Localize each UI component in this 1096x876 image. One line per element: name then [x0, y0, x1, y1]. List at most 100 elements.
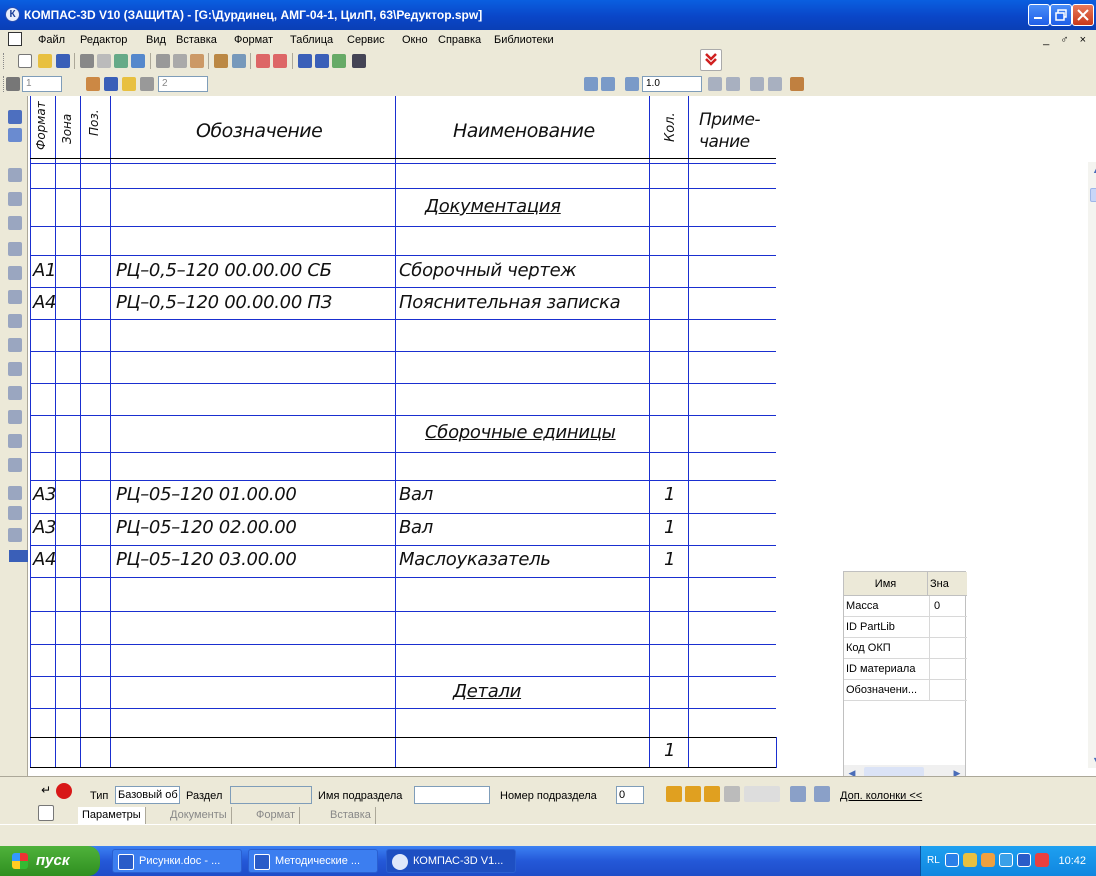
tray-icon-4[interactable] — [999, 853, 1013, 867]
properties-icon[interactable] — [131, 54, 145, 68]
tool-icon-8[interactable] — [8, 290, 22, 304]
type-field[interactable]: Базовый об — [115, 786, 180, 804]
rows-icon[interactable] — [768, 77, 782, 91]
tray-icon-5[interactable] — [1017, 853, 1031, 867]
save-table-icon[interactable] — [790, 786, 806, 802]
section-documentation[interactable]: Документация — [425, 196, 561, 217]
undo-icon[interactable] — [256, 54, 270, 68]
print-icon[interactable] — [80, 54, 94, 68]
sigma-icon[interactable] — [8, 528, 22, 542]
sort-icon[interactable] — [122, 77, 136, 91]
properties-tool-icon[interactable] — [790, 77, 804, 91]
restore-button[interactable] — [1050, 4, 1072, 26]
property-row[interactable]: Обозначени... — [844, 680, 967, 701]
subsection-number-field[interactable]: 0 — [616, 786, 644, 804]
tool-icon-13[interactable] — [8, 410, 22, 424]
list-icon[interactable] — [140, 77, 154, 91]
object-icon[interactable] — [232, 54, 246, 68]
cell-designation[interactable]: РЦ–05–120 02.00.00 — [116, 517, 297, 538]
cell-name[interactable]: Сборочный чертеж — [399, 260, 577, 281]
merge-icon[interactable] — [724, 786, 740, 802]
tool-icon-16[interactable] — [8, 486, 22, 500]
cell-format[interactable]: А4 — [33, 292, 56, 313]
cell-name[interactable]: Пояснительная записка — [399, 292, 621, 313]
section-parts[interactable]: Детали — [453, 681, 521, 702]
toolbar-grip[interactable] — [3, 53, 6, 69]
tool-icon-15[interactable] — [8, 458, 22, 472]
menu-window[interactable]: Окно — [402, 34, 428, 46]
tab-insert[interactable]: Вставка — [326, 807, 376, 825]
zoom-in-icon[interactable] — [584, 77, 598, 91]
tool-icon-14[interactable] — [8, 434, 22, 448]
cell-format[interactable]: А3 — [33, 517, 56, 538]
table-icon[interactable] — [708, 77, 722, 91]
context-help-icon[interactable] — [352, 54, 366, 68]
cell-quantity[interactable]: 1 — [664, 549, 675, 570]
menu-format[interactable]: Формат — [234, 34, 273, 46]
cell-designation[interactable]: РЦ–0,5–120 00.00.00 ПЗ — [116, 292, 332, 313]
column-icon[interactable] — [685, 786, 701, 802]
tool-icon-5[interactable] — [8, 216, 22, 230]
tool-icon-7[interactable] — [8, 266, 22, 280]
cell-name[interactable]: Маслоуказатель — [399, 549, 551, 570]
columns-icon[interactable] — [726, 77, 740, 91]
tray-icon-1[interactable] — [945, 853, 959, 867]
property-value[interactable] — [929, 659, 967, 680]
tool-icon-12[interactable] — [8, 386, 22, 400]
minimize-button[interactable] — [1028, 4, 1050, 26]
scroll-thumb[interactable] — [1090, 188, 1096, 202]
panel-tab[interactable] — [9, 550, 29, 562]
close-button[interactable] — [1072, 4, 1094, 26]
menu-libraries[interactable]: Библиотеки — [494, 34, 554, 46]
help-icon[interactable] — [38, 805, 54, 821]
cell-designation[interactable]: РЦ–05–120 01.00.00 — [116, 484, 297, 505]
cut-icon[interactable] — [156, 54, 170, 68]
preview-icon[interactable] — [97, 54, 111, 68]
row-icon[interactable] — [704, 786, 720, 802]
new-icon[interactable] — [18, 54, 32, 68]
print-preview-icon[interactable] — [114, 54, 128, 68]
view-icon[interactable] — [104, 77, 118, 91]
scroll-up-icon[interactable]: ▲ — [1088, 162, 1096, 178]
menu-view[interactable]: Вид — [146, 34, 166, 46]
language-indicator[interactable]: RL — [927, 855, 940, 866]
zoom-field[interactable]: 1.0 — [642, 76, 702, 92]
property-value[interactable] — [929, 617, 967, 638]
library-icon[interactable] — [315, 54, 329, 68]
cell-quantity[interactable]: 1 — [664, 517, 675, 538]
vertical-scrollbar[interactable]: ▲ ▼ — [1088, 162, 1096, 768]
save-icon[interactable] — [56, 54, 70, 68]
property-row[interactable]: ID PartLib — [844, 617, 967, 638]
menu-table[interactable]: Таблица — [290, 34, 333, 46]
paste-icon[interactable] — [190, 54, 204, 68]
align-icon[interactable] — [750, 77, 764, 91]
cell-name[interactable]: Вал — [399, 517, 433, 538]
task-button[interactable]: Рисунки.doc - ... — [112, 849, 242, 873]
col-value-header[interactable]: Зна — [930, 572, 949, 596]
brush-icon[interactable] — [214, 54, 228, 68]
tray-icon-3[interactable] — [981, 853, 995, 867]
start-button[interactable]: пуск — [0, 846, 100, 876]
cell-format[interactable]: А3 — [33, 484, 56, 505]
cell-designation[interactable]: РЦ–05–120 03.00.00 — [116, 549, 297, 570]
tool-icon-11[interactable] — [8, 362, 22, 376]
kompas-app-icon[interactable]: К — [5, 7, 20, 22]
subsection-name-field[interactable] — [414, 786, 490, 804]
document-icon[interactable] — [8, 32, 22, 46]
menu-editor[interactable]: Редактор — [80, 34, 127, 46]
menu-file[interactable]: Файл — [38, 34, 65, 46]
tab-parameters[interactable]: Параметры — [78, 807, 146, 825]
pin-icon[interactable]: ↵ — [38, 783, 54, 799]
tool-icon-9[interactable] — [8, 314, 22, 328]
property-row[interactable]: Код ОКП — [844, 638, 967, 659]
menu-help[interactable]: Справка — [438, 34, 481, 46]
col-name-header[interactable]: Имя — [844, 572, 928, 596]
red-chevron-icon[interactable] — [700, 49, 722, 71]
style-field[interactable]: 2 — [158, 76, 208, 92]
section-assembly-units[interactable]: Сборочные единицы — [425, 422, 616, 443]
tool-icon-17[interactable] — [8, 506, 22, 520]
extra-columns-button[interactable]: Доп. колонки << — [840, 790, 922, 802]
tool-icon-2[interactable] — [8, 128, 22, 142]
zoom-scale-icon[interactable] — [625, 77, 639, 91]
pencil-icon[interactable] — [86, 77, 100, 91]
